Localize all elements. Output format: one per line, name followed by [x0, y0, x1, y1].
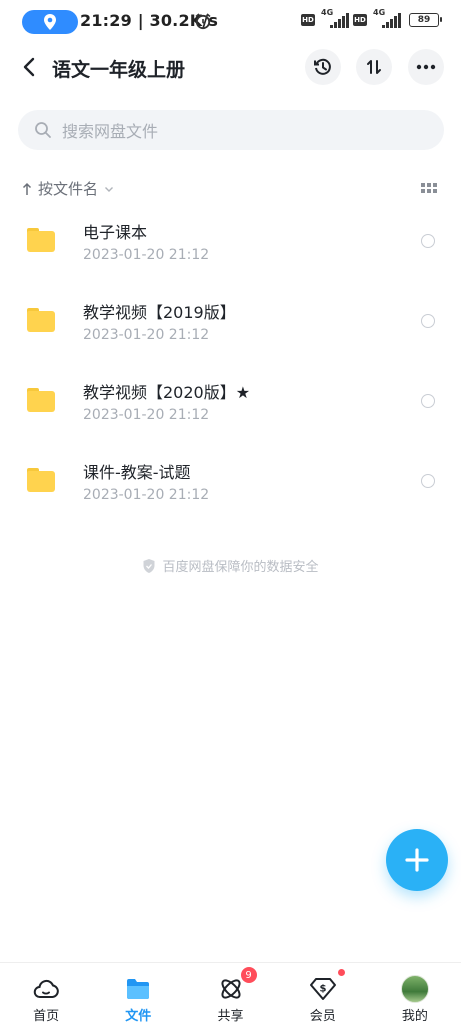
tab-label: 首页	[33, 1009, 60, 1024]
hd-badge: HD	[353, 14, 367, 26]
file-date: 2023-01-20 21:12	[83, 327, 210, 343]
file-row[interactable]: 课件-教案-试题 2023-01-20 21:12	[0, 442, 461, 522]
file-row[interactable]: 教学视频【2019版】 2023-01-20 21:12	[0, 282, 461, 362]
more-button[interactable]	[408, 49, 444, 85]
file-name: 电子课本	[83, 223, 148, 242]
location-icon	[44, 14, 56, 30]
battery-indicator: 89	[409, 13, 442, 27]
file-row[interactable]: 电子课本 2023-01-20 21:12	[0, 202, 461, 282]
file-date: 2023-01-20 21:12	[83, 407, 210, 423]
back-icon	[23, 57, 35, 77]
tab-label: 共享	[217, 1009, 244, 1024]
hd-badge: HD	[301, 14, 315, 26]
folder-tab-icon	[127, 979, 150, 999]
safety-notice: 百度网盘保障你的数据安全	[0, 556, 461, 575]
history-icon	[314, 58, 331, 75]
file-row[interactable]: 教学视频【2020版】★ 2023-01-20 21:12	[0, 362, 461, 442]
vip-diamond-icon: $	[309, 978, 336, 1000]
tab-home[interactable]: 首页	[0, 963, 92, 1024]
location-pill	[22, 10, 78, 34]
share-badge: 9	[240, 967, 257, 983]
alarm-icon	[195, 13, 211, 30]
notification-dot	[337, 969, 345, 976]
search-placeholder: 搜索网盘文件	[62, 122, 159, 141]
sort-button[interactable]	[356, 49, 392, 85]
file-date: 2023-01-20 21:12	[83, 247, 210, 263]
tab-label: 文件	[125, 1009, 152, 1024]
select-radio[interactable]	[421, 234, 435, 248]
tab-label: 我的	[401, 1009, 428, 1024]
cloud-home-icon	[33, 979, 59, 998]
folder-icon	[27, 308, 55, 332]
arrow-up-icon	[22, 182, 32, 195]
select-radio[interactable]	[421, 474, 435, 488]
file-name: 教学视频【2020版】★	[83, 383, 251, 402]
more-icon	[416, 64, 436, 70]
tab-label: 会员	[309, 1009, 336, 1024]
search-input[interactable]: 搜索网盘文件	[18, 110, 444, 150]
back-button[interactable]	[14, 52, 44, 82]
plus-icon	[405, 848, 429, 872]
file-name: 教学视频【2019版】	[83, 303, 236, 322]
tab-membership[interactable]: $ 会员	[277, 963, 369, 1024]
history-button[interactable]	[305, 49, 341, 85]
tab-files[interactable]: 文件	[92, 963, 184, 1024]
select-radio[interactable]	[421, 394, 435, 408]
sort-bar: 按文件名	[0, 174, 461, 202]
grid-view-icon[interactable]	[421, 183, 437, 193]
file-list: 电子课本 2023-01-20 21:12 教学视频【2019版】 2023-0…	[0, 202, 461, 522]
signal-icon: 4G	[371, 8, 401, 29]
file-name: 课件-教案-试题	[83, 463, 191, 482]
sort-label: 按文件名	[38, 180, 99, 198]
search-icon	[35, 122, 51, 138]
top-header: 语文一年级上册	[0, 44, 461, 90]
folder-icon	[27, 468, 55, 492]
select-radio[interactable]	[421, 314, 435, 328]
add-button[interactable]	[386, 829, 448, 891]
share-atom-icon	[220, 979, 241, 999]
page-title: 语文一年级上册	[52, 59, 186, 81]
sort-by-name-button[interactable]: 按文件名	[22, 178, 114, 199]
tab-profile[interactable]: 我的	[369, 963, 461, 1024]
folder-icon	[27, 388, 55, 412]
avatar	[400, 975, 429, 1003]
status-bar: 21:29 | 30.2K/s HD 4G HD 4G 89	[0, 0, 461, 44]
chevron-down-icon	[105, 186, 114, 192]
tab-share[interactable]: 9 共享	[184, 963, 276, 1024]
bottom-tab-bar: 首页 文件 9 共享 $ 会员 我的	[0, 962, 461, 1024]
sort-icon	[367, 60, 381, 74]
shield-icon	[143, 558, 155, 573]
signal-icon: 4G	[319, 8, 349, 29]
file-date: 2023-01-20 21:12	[83, 487, 210, 503]
svg-text:$: $	[319, 984, 326, 995]
folder-icon	[27, 228, 55, 252]
safety-notice-text: 百度网盘保障你的数据安全	[162, 560, 319, 575]
